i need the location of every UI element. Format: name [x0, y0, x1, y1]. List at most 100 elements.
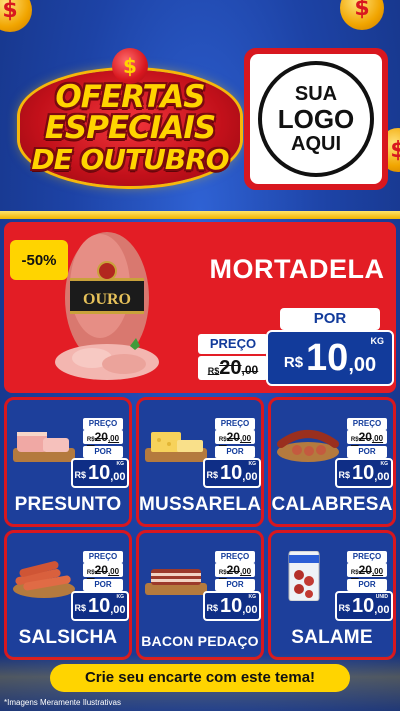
old-price-currency: R$ — [86, 437, 95, 443]
logo-placeholder[interactable]: SUA LOGO AQUI — [244, 48, 388, 190]
product-name: SALSICHA — [18, 627, 118, 648]
old-price: R$20,00 — [83, 430, 123, 444]
new-price-int: 10 — [219, 462, 243, 484]
por-label: POR — [83, 446, 123, 458]
coin-symbol: $ — [2, 0, 18, 23]
product-name: MUSSARELA — [139, 494, 262, 515]
new-price-dec: ,00 — [242, 603, 258, 616]
old-price-dec: ,00 — [371, 567, 384, 576]
new-price-currency: R$ — [283, 353, 304, 371]
new-price-int: 10 — [87, 595, 111, 617]
old-price-int: 20 — [219, 357, 242, 379]
price-unit: KG — [370, 336, 385, 346]
new-price: R$ 10 ,00 KG — [203, 458, 261, 488]
new-price-currency: R$ — [206, 603, 218, 613]
preco-label: PREÇO — [198, 334, 268, 354]
new-price: R$ 10 ,00 KG — [203, 591, 261, 621]
old-price-int: 20 — [226, 563, 240, 577]
salsicha-image — [13, 561, 75, 598]
new-price-currency: R$ — [338, 470, 350, 480]
product-name: CALABRESA — [271, 494, 393, 515]
old-price: R$20,00 — [215, 430, 255, 444]
old-price-currency: R$ — [350, 437, 359, 443]
old-price-dec: ,00 — [241, 363, 259, 377]
new-price-dec: ,00 — [110, 603, 126, 616]
old-price-int: 20 — [358, 563, 372, 577]
disclaimer: *Imagens Meramente Ilustrativas — [4, 698, 121, 707]
new-price-currency: R$ — [74, 470, 86, 480]
coin-symbol: $ — [123, 54, 137, 78]
new-price-int: 10 — [351, 595, 375, 617]
bacon-image — [145, 569, 207, 595]
old-price: R$20,00 — [83, 563, 123, 577]
old-price-int: 20 — [94, 430, 108, 444]
por-label: POR — [347, 579, 387, 591]
por-label: POR — [215, 579, 255, 591]
old-price: R$20,00 — [198, 356, 268, 380]
product-name: BACON PEDAÇO — [141, 633, 259, 649]
por-label: POR — [347, 446, 387, 458]
logo-circle: SUA LOGO AQUI — [258, 61, 374, 177]
presunto-image — [13, 432, 75, 462]
old-price-int: 20 — [94, 563, 108, 577]
product-card-bacon-pedaco[interactable]: PREÇO R$20,00 POR R$ 10 ,00 KG BACON PED… — [136, 530, 264, 660]
old-price-currency: R$ — [218, 437, 227, 443]
por-label: POR — [83, 579, 123, 591]
calabresa-image — [277, 430, 339, 462]
new-price-dec: ,00 — [242, 470, 258, 483]
old-price-currency: R$ — [350, 570, 359, 576]
product-card-mussarela[interactable]: PREÇO R$20,00 POR R$ 10 ,00 KG MUSSARELA — [136, 397, 264, 527]
old-price-dec: ,00 — [239, 434, 252, 443]
old-price-dec: ,00 — [371, 434, 384, 443]
featured-product-card[interactable]: OURO -50% MORTADELA PREÇO R$20,00 POR R$… — [4, 222, 396, 393]
new-price-int: 10 — [219, 595, 243, 617]
old-price-currency: R$ — [218, 570, 227, 576]
price-unit: KG — [248, 461, 257, 467]
new-price-currency: R$ — [338, 603, 350, 613]
coin-icon: $ — [340, 0, 384, 30]
por-label: POR — [215, 446, 255, 458]
coin-icon: $ — [0, 0, 32, 32]
new-price-currency: R$ — [206, 470, 218, 480]
new-price-dec: ,00 — [110, 470, 126, 483]
product-card-salsicha[interactable]: PREÇO R$20,00 POR R$ 10 ,00 KG SALSICHA — [4, 530, 132, 660]
new-price-dec: ,00 — [374, 603, 390, 616]
divider — [0, 211, 400, 219]
mortadela-image: OURO — [55, 232, 159, 380]
new-price-int: 10 — [351, 462, 375, 484]
new-price: R$ 10 ,00 KG — [266, 330, 394, 386]
salame-image — [288, 551, 320, 601]
mussarela-image — [145, 432, 207, 462]
new-price-int: 10 — [306, 337, 349, 379]
logo-text-2: LOGO — [277, 104, 355, 134]
new-price-dec: ,00 — [348, 353, 377, 376]
new-price-dec: ,00 — [374, 470, 390, 483]
coin-symbol: $ — [390, 137, 400, 163]
old-price-dec: ,00 — [107, 567, 120, 576]
create-flyer-button[interactable]: Crie seu encarte com este tema! — [50, 664, 350, 692]
old-price: R$20,00 — [347, 430, 387, 444]
price-unit: KG — [380, 461, 389, 467]
product-name: SALAME — [291, 627, 373, 648]
header: $ $ $ OFERTAS ESPECIAIS DE OUTUBRO $ SUA… — [0, 0, 400, 214]
logo-text-1: SUA — [294, 83, 338, 105]
promo-title: OFERTAS ESPECIAIS DE OUTUBRO — [20, 70, 240, 186]
new-price: R$ 10 ,00 KG — [71, 591, 129, 621]
new-price: R$ 10 ,00 KG — [71, 458, 129, 488]
old-price-dec: ,00 — [107, 434, 120, 443]
product-card-salame[interactable]: PREÇO R$20,00 POR R$ 10 ,00 UNID SALAME — [268, 530, 396, 660]
coin-icon: $ — [112, 48, 148, 84]
old-price: R$20,00 — [347, 563, 387, 577]
new-price-currency: R$ — [74, 603, 86, 613]
new-price-int: 10 — [87, 462, 111, 484]
discount-badge: -50% — [10, 240, 68, 280]
price-unit: KG — [116, 461, 125, 467]
old-price-int: 20 — [358, 430, 372, 444]
promo-title-line-3: DE OUTUBRO — [31, 142, 229, 176]
price-unit: KG — [248, 594, 257, 600]
product-card-presunto[interactable]: PREÇO R$20,00 POR R$ 10 ,00 KG PRESUNTO — [4, 397, 132, 527]
old-price-currency: R$ — [86, 570, 95, 576]
new-price: R$ 10 ,00 KG — [335, 458, 393, 488]
product-card-calabresa[interactable]: PREÇO R$20,00 POR R$ 10 ,00 KG CALABRESA — [268, 397, 396, 527]
old-price-currency: R$ — [207, 366, 220, 376]
